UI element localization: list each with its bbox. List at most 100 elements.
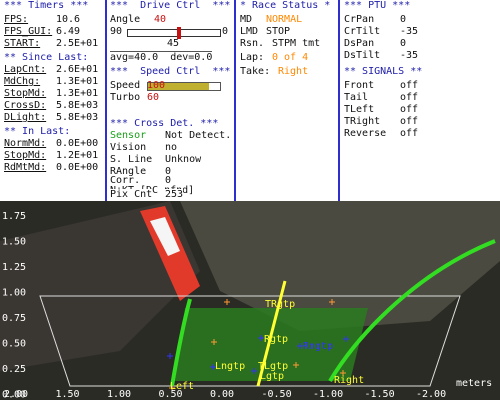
dspan-label: DsPan	[344, 38, 375, 49]
rsn-value: STPM tmt	[272, 38, 321, 49]
dstilt-label: DsTilt	[344, 50, 381, 61]
avg-dev-readout: avg=40.0 dev=0.0	[110, 51, 213, 63]
x-tick-label: -1.50	[365, 389, 395, 400]
signal-tail-value: off	[400, 92, 419, 103]
dspan-value: 0	[400, 38, 407, 49]
crtilt-label: CrTilt	[344, 26, 381, 37]
vision-label: Vision	[110, 142, 147, 153]
signal-tleft-label: TLeft	[344, 104, 375, 115]
x-tick-label: -2.00	[416, 389, 446, 400]
y-tick-label: 0.75	[2, 313, 26, 324]
ptu-header: *** PTU ***	[344, 0, 411, 11]
lmd-value: STOP	[266, 26, 291, 37]
sline-label: S. Line	[110, 154, 153, 165]
label-lgtp: Lgtp	[260, 371, 284, 382]
sline-value: Unknow	[165, 154, 202, 165]
lmd-label: LMD	[240, 26, 259, 37]
md-value: NORMAL	[266, 14, 303, 25]
dlight-label: DLight:	[4, 112, 47, 123]
stopmd2-label: StopMd:	[4, 150, 47, 161]
speed-value: 100	[147, 80, 166, 91]
normmd-value: 0.0E+00	[56, 138, 99, 149]
camera-view: TRgtp Rgtp Lngtp Rngtp TLgtp Lgtp Left R…	[0, 201, 500, 400]
lapcnt-value: 2.6E+01	[56, 64, 99, 75]
rdmtmd-value: 0.0E+00	[56, 162, 99, 173]
fps-label: FPS:	[4, 14, 29, 25]
angle-slider-max: 0	[222, 26, 229, 37]
crpan-value: 0	[400, 14, 407, 25]
race-status-panel: * Race Status * MD NORMAL LMD STOP Rsn. …	[236, 0, 338, 201]
sensor-label: Sensor	[110, 130, 147, 141]
y-tick-label: 1.75	[2, 211, 26, 222]
x-tick-label: 2.00	[4, 389, 28, 400]
angle-label: Angle	[110, 14, 141, 25]
x-tick-label: 0.00	[210, 389, 234, 400]
lapcnt-label: LapCnt:	[4, 64, 47, 75]
signal-tright-value: off	[400, 116, 419, 127]
signal-reverse-value: off	[400, 128, 419, 139]
x-axis-ticks: 2.00 1.50 1.00 0.50 0.00 -0.50 -1.00 -1.50 -2.00	[4, 389, 446, 400]
fps-value: 10.6	[56, 14, 81, 25]
start-value: 2.5E+01	[56, 38, 99, 49]
crossd-label: CrossD:	[4, 100, 47, 111]
signal-reverse-label: Reverse	[344, 128, 387, 139]
drive-panel: *** Drive Ctrl *** Angle 40 90 0 45 avg=…	[107, 0, 234, 201]
timers-header: *** Timers ***	[4, 0, 89, 11]
pixcnt-value: 253	[165, 189, 184, 201]
crtilt-value: -35	[400, 26, 419, 37]
label-lngtp: Lngtp	[215, 361, 245, 372]
lap-label: Lap:	[240, 52, 265, 63]
signal-tright-label: TRight	[344, 116, 381, 127]
mdchg-value: 1.3E+01	[56, 76, 99, 87]
axis-units-label: meters	[456, 378, 492, 389]
normmd-label: NormMd:	[4, 138, 47, 149]
start-label: START:	[4, 38, 41, 49]
angle-slider[interactable]	[127, 27, 221, 39]
ptu-panel: *** PTU *** CrPan 0 CrTilt -35 DsPan 0 D…	[340, 0, 500, 201]
x-tick-label: -0.50	[262, 389, 292, 400]
y-tick-label: 0.25	[2, 364, 26, 375]
turbo-value: 60	[147, 92, 160, 103]
angle-value: 40	[154, 14, 167, 25]
label-trgtp: TRgtp	[265, 299, 295, 310]
y-tick-label: 1.25	[2, 262, 26, 273]
stopmd-value: 1.3E+01	[56, 88, 99, 99]
signal-tleft-value: off	[400, 104, 419, 115]
stopmd-label: StopMd:	[4, 88, 47, 99]
in-last-header: ** In Last:	[4, 126, 71, 137]
camera-overlay: TRgtp Rgtp Lngtp Rngtp TLgtp Lgtp Left R…	[0, 201, 500, 400]
x-tick-label: 1.00	[107, 389, 131, 400]
cross-det-header: *** Cross Det. ***	[110, 118, 219, 129]
x-tick-label: 1.50	[56, 389, 80, 400]
stopmd2-value: 1.2E+01	[56, 150, 99, 161]
mdchg-label: MdChg:	[4, 76, 41, 87]
dstilt-value: -35	[400, 50, 419, 61]
signal-front-value: off	[400, 80, 419, 91]
crossd-value: 5.8E+03	[56, 100, 99, 111]
turbo-label: Turbo	[110, 92, 141, 103]
lap-value: 0 of 4	[272, 52, 309, 63]
pixcnt-label: Pix Cnt	[110, 189, 153, 201]
rdmtmd-label: RdMtMd:	[4, 162, 47, 173]
fps-gui-label: FPS_GUI:	[4, 26, 53, 37]
vision-value: no	[165, 142, 178, 153]
since-last-header: ** Since Last:	[4, 52, 89, 63]
x-tick-label: 0.50	[159, 389, 183, 400]
dlight-value: 5.8E+03	[56, 112, 99, 123]
label-right: Right	[334, 375, 364, 386]
fps-gui-value: 6.49	[56, 26, 81, 37]
md-label: MD	[240, 14, 253, 25]
signal-tail-label: Tail	[344, 92, 369, 103]
label-rngtp: Rngtp	[303, 341, 333, 352]
drive-ctrl-header: *** Drive Ctrl ***	[110, 0, 231, 11]
sensor-value: Not Detect.	[165, 130, 232, 141]
label-rgtp: Rgtp	[264, 334, 288, 345]
race-status-header: * Race Status *	[240, 0, 331, 11]
speed-ctrl-header: *** Speed Ctrl ***	[110, 66, 231, 77]
take-label: Take:	[240, 66, 271, 77]
y-tick-label: 1.00	[2, 288, 26, 299]
signals-header: ** SIGNALS **	[344, 66, 423, 77]
crpan-label: CrPan	[344, 14, 375, 25]
timers-panel: *** Timers *** FPS: 10.6 FPS_GUI: 6.49 S…	[0, 0, 105, 201]
speed-label: Speed	[110, 80, 141, 91]
